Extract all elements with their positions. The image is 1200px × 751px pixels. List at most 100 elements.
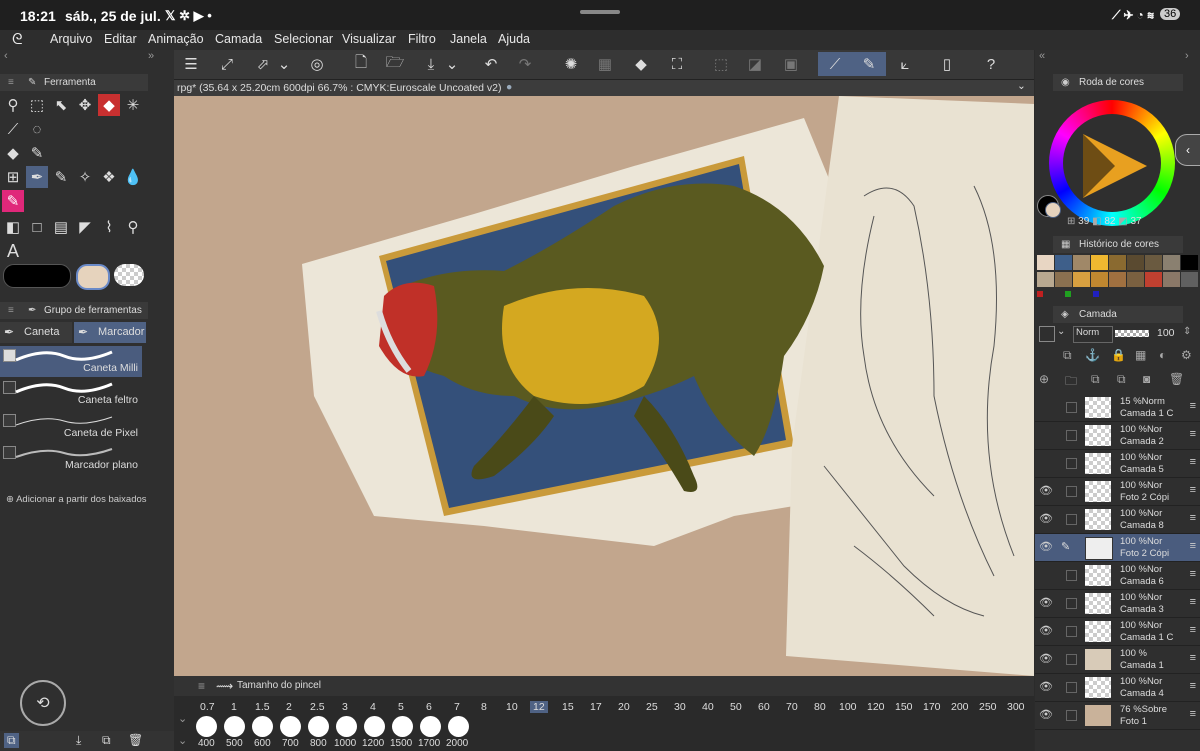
size-option[interactable]: 300	[1007, 701, 1025, 713]
size-option[interactable]: 8	[481, 701, 487, 713]
clear-selection-icon[interactable]: ▦	[592, 52, 618, 76]
layer-item[interactable]: 👁 100 %Nor Camada 1 C ≡	[1035, 618, 1200, 646]
ruler-pen-icon[interactable]: ⟋	[818, 52, 852, 76]
layer-item[interactable]: 👁 100 % Camada 1 ≡	[1035, 646, 1200, 674]
eye-icon[interactable]: 👁	[1039, 540, 1053, 553]
chevron-down-icon[interactable]: ⌄	[444, 52, 460, 76]
color-wheel-header[interactable]: ◉ Roda de cores	[1053, 74, 1183, 91]
new-layer-icon[interactable]: ⊕	[1039, 372, 1049, 386]
chevron-down-icon[interactable]: ⌄	[1057, 326, 1065, 337]
layer-color-box[interactable]	[1039, 326, 1055, 342]
size-option[interactable]: 30	[674, 701, 686, 713]
device-icon[interactable]: ▯	[934, 52, 960, 76]
copy-layer-icon[interactable]: ⧉	[1117, 372, 1126, 387]
history-swatch[interactable]	[1163, 272, 1180, 287]
brush-icon[interactable]: ✎	[852, 52, 886, 76]
size-dot[interactable]	[196, 716, 217, 737]
history-swatch[interactable]	[1163, 255, 1180, 270]
delete-layer-icon[interactable]: 🗑	[1169, 372, 1184, 386]
brush-marcador-plano[interactable]: Marcador plano	[0, 443, 142, 474]
size-dot[interactable]	[420, 716, 441, 737]
pencil-icon[interactable]: ✎	[50, 166, 72, 188]
size-option[interactable]: 25	[646, 701, 658, 713]
new-file-icon[interactable]: 🗋	[348, 52, 374, 76]
size-option[interactable]: 2.5	[310, 701, 325, 713]
chevron-down-icon[interactable]: ⌄	[1017, 80, 1026, 92]
decoration-icon[interactable]: ❖	[98, 166, 120, 188]
history-swatch[interactable]	[1109, 255, 1126, 270]
canvas-tab[interactable]: rpg* (35.64 x 25.20cm 600dpi 66.7% : CMY…	[174, 80, 1034, 96]
undo-icon[interactable]: ↶	[478, 52, 504, 76]
blend-icon[interactable]: 💧	[122, 166, 144, 188]
size-option[interactable]: 250	[979, 701, 997, 713]
history-swatch[interactable]	[1109, 272, 1126, 287]
spiral-icon[interactable]: ◎	[304, 52, 330, 76]
expand-left-icon[interactable]: «	[1039, 50, 1045, 62]
opacity-value[interactable]: 100	[1157, 327, 1175, 339]
chevron-down-icon[interactable]: ⌄	[178, 712, 187, 725]
history-swatch[interactable]	[1065, 291, 1071, 297]
fill-selection-icon[interactable]: ◪	[742, 52, 768, 76]
size-dot[interactable]	[224, 716, 245, 737]
hide-selection-icon[interactable]: ⬚	[708, 52, 734, 76]
zoom-icon[interactable]: ⚲	[2, 94, 24, 116]
size-option[interactable]: 17	[590, 701, 602, 713]
size-option[interactable]: 80	[814, 701, 826, 713]
layer-item[interactable]: 👁 100 %Nor Camada 3 ≡	[1035, 590, 1200, 618]
size-option[interactable]: 1	[231, 701, 237, 713]
app-logo-icon[interactable]: ᘓ	[12, 31, 23, 48]
layer-item[interactable]: 100 %Nor Camada 6 ≡	[1035, 562, 1200, 590]
eye-icon[interactable]: 👁	[1039, 708, 1053, 721]
tool-group-header[interactable]: ≡ ✒ Grupo de ferramentas	[0, 302, 148, 319]
dropper-icon[interactable]: ✎	[26, 142, 48, 164]
eye-icon[interactable]: 👁	[1039, 652, 1053, 665]
ruler-icon[interactable]: ◤	[74, 216, 96, 238]
history-swatch[interactable]	[1055, 255, 1072, 270]
layer-item[interactable]: 👁 100 %Nor Camada 4 ≡	[1035, 674, 1200, 702]
history-swatch[interactable]	[1145, 272, 1162, 287]
sub-color-swatch[interactable]	[76, 264, 110, 290]
menu-editar[interactable]: Editar	[104, 32, 137, 46]
history-swatch[interactable]	[1037, 255, 1054, 270]
eyedropper-icon[interactable]: ⟋	[2, 118, 24, 140]
history-swatch[interactable]	[1093, 291, 1099, 297]
size-option[interactable]: 7	[454, 701, 460, 713]
main-color-swatch[interactable]	[3, 264, 71, 288]
size-option[interactable]: 5	[398, 701, 404, 713]
merge-icon[interactable]: ⧉	[1091, 372, 1100, 387]
color-picker-icon[interactable]: ✎	[2, 190, 24, 212]
sub-tool-icon[interactable]: ⧉	[4, 733, 19, 748]
tool-panel-header[interactable]: ≡ ✎ Ferramenta	[0, 74, 148, 91]
selection-mask-icon[interactable]: ▣	[778, 52, 804, 76]
size-option[interactable]: 2	[286, 701, 292, 713]
snap-ruler-icon[interactable]: ⟀	[892, 52, 918, 76]
size-option[interactable]: 10	[506, 701, 518, 713]
speech-balloon-icon[interactable]: ⌇	[98, 216, 120, 238]
history-swatch[interactable]	[1091, 272, 1108, 287]
size-option[interactable]: 0.7	[200, 701, 215, 713]
add-downloads-link[interactable]: ⊕ Adicionar a partir dos baixados	[6, 494, 147, 505]
menu-visualizar[interactable]: Visualizar	[342, 32, 396, 46]
size-dot[interactable]	[336, 716, 357, 737]
size-option[interactable]: 15	[562, 701, 574, 713]
menu-ajuda[interactable]: Ajuda	[498, 32, 530, 46]
new-folder-icon[interactable]: 🗀	[1065, 372, 1077, 393]
crop-icon[interactable]: ⛶	[664, 52, 690, 76]
correct-line-icon[interactable]: ⚲	[122, 216, 144, 238]
add-mask-icon[interactable]: ◙	[1143, 372, 1150, 386]
size-dot[interactable]	[308, 716, 329, 737]
layer-item[interactable]: 👁 100 %Nor Camada 8 ≡	[1035, 506, 1200, 534]
opacity-slider[interactable]	[1115, 330, 1149, 337]
history-swatch[interactable]	[1037, 272, 1054, 287]
text-tool-icon[interactable]: A	[2, 240, 24, 262]
side-panel-toggle[interactable]: ‹	[1175, 134, 1200, 166]
duplicate-icon[interactable]: ⧉	[102, 733, 111, 748]
history-swatch[interactable]	[1127, 272, 1144, 287]
layer-item[interactable]: 100 %Nor Camada 2 ≡	[1035, 422, 1200, 450]
modifier-key-icon[interactable]: ⟲	[20, 680, 66, 726]
size-option[interactable]: 60	[758, 701, 770, 713]
tab-caneta[interactable]: ✒ Caneta	[0, 322, 72, 343]
pen-icon[interactable]: ✒	[26, 166, 48, 188]
menu-animacao[interactable]: Animação	[148, 32, 204, 46]
menu-arquivo[interactable]: Arquivo	[50, 32, 92, 46]
